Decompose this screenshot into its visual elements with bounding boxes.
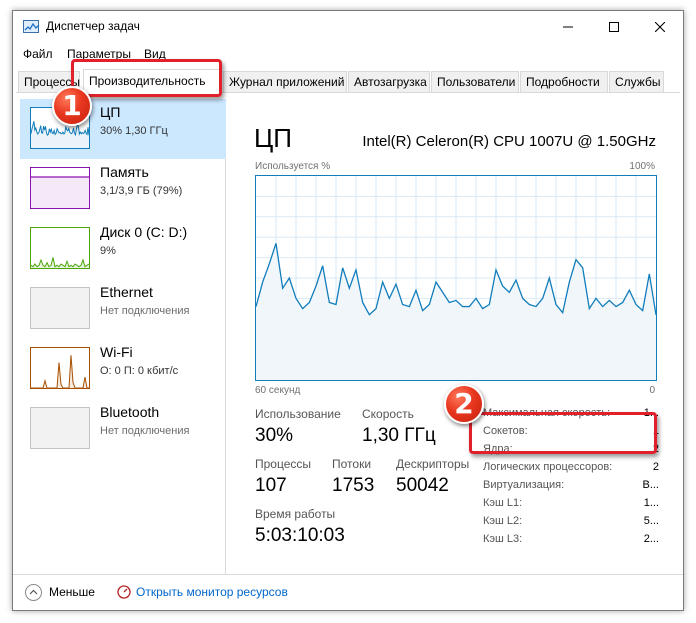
task-manager-app-icon [23,20,40,33]
speed-label: Скорость [362,407,414,421]
thumbnail-sparkline [31,257,89,268]
sidebar-item-name: Диск 0 (C: D:) [100,224,188,240]
graph-y-label: Используется % [255,161,331,172]
tab-startup[interactable]: Автозагрузка [348,71,430,92]
sidebar-item-ethernet[interactable]: Ethernet Нет подключения [20,279,226,339]
cpu-detail-panel: ЦП Intel(R) Celeron(R) CPU 1007U @ 1.50G… [252,93,670,574]
spec-logical-label: Логических процессоров: [483,461,613,473]
wifi-thumbnail-graph [30,347,90,389]
resource-sidebar: ЦП 30% 1,30 ГГц Память 3,1/3,9 ГБ (79%) … [16,99,226,574]
sidebar-item-name: ЦП [100,104,121,120]
handles-label: Дескрипторы [396,457,470,471]
sidebar-item-detail: Нет подключения [100,425,190,437]
window-title: Диспетчер задач [46,19,140,33]
collapse-details-button[interactable] [25,584,42,601]
callout-badge-two: 2 [444,384,484,424]
cpu-model-name: Intel(R) Celeron(R) CPU 1007U @ 1.50GHz [362,133,656,150]
sidebar-item-cpu[interactable]: ЦП 30% 1,30 ГГц [20,99,226,159]
sidebar-item-memory[interactable]: Память 3,1/3,9 ГБ (79%) [20,159,226,219]
task-manager-window: Диспетчер задач Файл Параметры Вид Проце… [12,10,684,611]
sidebar-item-detail: 30% 1,30 ГГц [100,125,168,137]
processes-value: 107 [255,475,287,496]
sidebar-item-name: Память [100,164,149,180]
tab-details[interactable]: Подробности [520,71,608,92]
maximize-button[interactable] [591,11,637,43]
tab-users[interactable]: Пользователи [431,71,519,92]
usage-value: 30% [255,425,294,446]
graph-y-max-label: 100% [629,161,655,172]
disk-thumbnail-graph [30,227,90,269]
handles-value: 50042 [396,475,449,496]
sidebar-item-bluetooth[interactable]: Bluetooth Нет подключения [20,399,226,459]
memory-thumbnail-graph [30,167,90,209]
graph-x-left-label: 60 секунд [255,385,301,396]
cpu-usage-chart [255,176,657,380]
tab-app-history[interactable]: Журнал приложений [223,71,347,92]
chevron-up-icon [29,589,38,595]
usage-label: Использование [255,407,341,421]
sidebar-item-name: Ethernet [100,284,153,300]
spec-l1-value: 1... [643,497,659,509]
sidebar-item-detail: 9% [100,245,116,257]
spec-virtualization-label: Виртуализация: [483,479,565,491]
resource-monitor-icon [117,585,131,599]
thumbnail-sparkline [31,408,89,448]
tab-label: Журнал приложений [229,75,345,89]
threads-label: Потоки [332,457,372,471]
processes-label: Процессы [255,457,312,471]
fewer-details-link[interactable]: Меньше [49,585,95,599]
tab-label: Службы [615,75,661,89]
footer-bar: Меньше Открыть монитор ресурсов [13,574,683,610]
sidebar-item-detail: О: 0 П: 0 кбит/с [100,365,179,377]
sidebar-item-disk[interactable]: Диск 0 (C: D:) 9% [20,219,226,279]
thumbnail-sparkline [31,176,89,208]
spec-l3-value: 2... [643,533,659,545]
sidebar-item-wifi[interactable]: Wi-Fi О: 0 П: 0 кбит/с [20,339,226,399]
ethernet-thumbnail-graph [30,287,90,329]
threads-value: 1753 [332,475,375,496]
sidebar-item-detail: Нет подключения [100,305,190,317]
thumbnail-sparkline [31,355,89,388]
spec-l2-label: Кэш L2: [483,515,523,527]
sidebar-item-name: Wi-Fi [100,344,133,360]
close-button[interactable] [637,11,683,43]
spec-l3-label: Кэш L3: [483,533,523,545]
sidebar-item-detail: 3,1/3,9 ГБ (79%) [100,185,183,197]
page-title: ЦП [254,123,292,153]
spec-l2-value: 5... [643,515,659,527]
tab-label: Подробности [526,75,600,89]
callout-highlight-cores [469,412,657,454]
spec-logical-value: 2 [652,461,659,473]
bluetooth-thumbnail-graph [30,407,90,449]
title-bar: Диспетчер задач [13,11,683,43]
minimize-button[interactable] [545,11,591,43]
menu-file[interactable]: Файл [23,47,53,61]
graph-x-right-label: 0 [649,385,655,396]
uptime-label: Время работы [255,507,336,521]
tab-label: Автозагрузка [354,75,427,89]
uptime-value: 5:03:10:03 [255,525,345,546]
spec-virtualization-value: В... [642,479,659,491]
callout-badge-one: 1 [52,86,92,126]
spec-l1-label: Кэш L1: [483,497,523,509]
tab-services[interactable]: Службы [609,71,664,92]
cpu-usage-graph [255,175,657,381]
tab-label: Пользователи [437,75,516,89]
speed-value: 1,30 ГГц [362,425,436,446]
thumbnail-area [31,121,89,148]
open-resource-monitor-link[interactable]: Открыть монитор ресурсов [136,585,288,599]
sidebar-item-name: Bluetooth [100,404,160,420]
thumbnail-sparkline [31,288,89,328]
memory-fill [31,177,89,208]
performance-content: ЦП 30% 1,30 ГГц Память 3,1/3,9 ГБ (79%) … [16,93,680,574]
callout-highlight-performance-tab [71,59,222,97]
